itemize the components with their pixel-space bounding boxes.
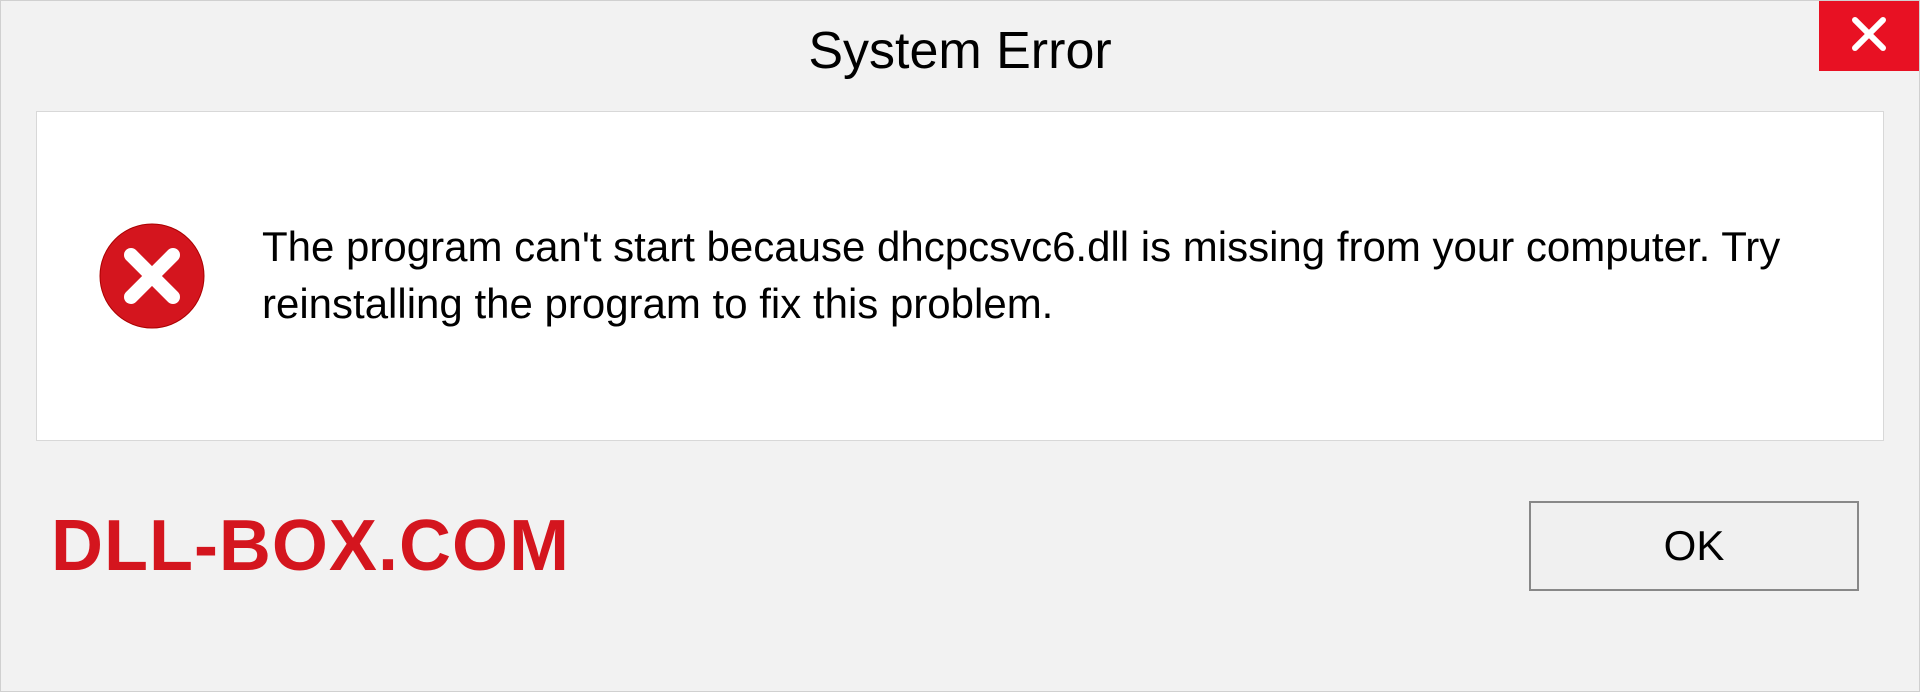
ok-button-label: OK xyxy=(1664,522,1725,570)
footer: DLL-BOX.COM OK xyxy=(36,441,1884,651)
close-button[interactable] xyxy=(1819,1,1919,71)
close-icon xyxy=(1849,14,1889,59)
error-icon xyxy=(97,221,207,331)
titlebar: System Error xyxy=(1,1,1919,101)
content-panel: The program can't start because dhcpcsvc… xyxy=(36,111,1884,441)
ok-button[interactable]: OK xyxy=(1529,501,1859,591)
error-message: The program can't start because dhcpcsvc… xyxy=(262,219,1823,332)
watermark-text: DLL-BOX.COM xyxy=(51,505,570,587)
dialog-window: System Error The program can't start bec… xyxy=(0,0,1920,692)
window-title: System Error xyxy=(808,21,1111,81)
